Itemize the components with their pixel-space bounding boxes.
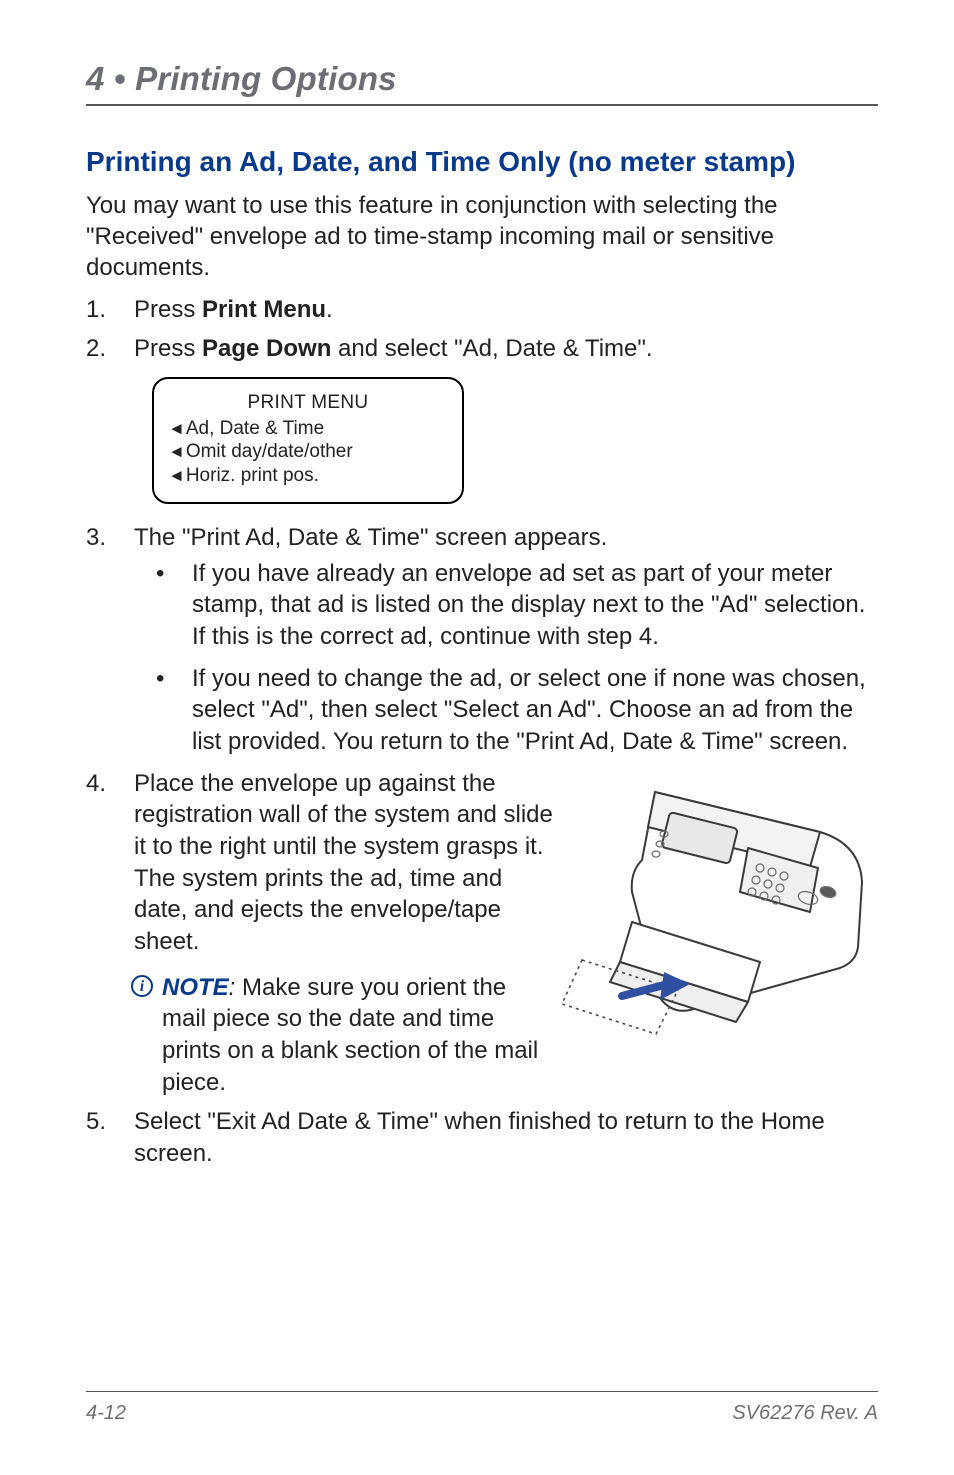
footer-revision: SV62276 Rev. A	[732, 1402, 878, 1425]
step-5-text: Select "Exit Ad Date & Time" when finish…	[134, 1108, 825, 1167]
chapter-header: 4 • Printing Options	[86, 60, 878, 106]
step-3-bullet-1: If you have already an envelope ad set a…	[134, 558, 878, 653]
step-3-bullet-2: If you need to change the ad, or select …	[134, 663, 878, 758]
info-icon: i	[130, 974, 154, 1007]
step-3-text: The "Print Ad, Date & Time" screen appea…	[134, 524, 607, 551]
note-label: NOTE	[162, 974, 229, 1001]
step-1: Press Print Menu.	[86, 294, 878, 326]
footer-page-number: 4-12	[86, 1402, 126, 1425]
step-4: Place the envelope up against the regist…	[86, 768, 878, 1099]
screen-item-omit: Omit day/date/other	[168, 440, 448, 464]
screen-item-horiz: Horiz. print pos.	[168, 464, 448, 488]
chapter-number: 4	[86, 60, 105, 97]
step-1-bold: Print Menu	[202, 296, 326, 323]
note: i NOTE: Make sure you orient the mail pi…	[134, 972, 554, 1099]
step-4-text: Place the envelope up against the regist…	[134, 770, 553, 955]
step-5: Select "Exit Ad Date & Time" when finish…	[86, 1106, 878, 1169]
print-menu-screen: PRINT MENU Ad, Date & Time Omit day/date…	[152, 377, 464, 504]
chapter-title: Printing Options	[135, 60, 397, 97]
postage-meter-illustration	[560, 772, 878, 1052]
step-1-post: .	[326, 296, 333, 323]
page-footer: 4-12 SV62276 Rev. A	[86, 1391, 878, 1425]
intro-paragraph: You may want to use this feature in conj…	[86, 190, 878, 284]
steps-list: Press Print Menu. Press Page Down and se…	[86, 294, 878, 1170]
step-2-bold: Page Down	[202, 335, 331, 362]
step-1-pre: Press	[134, 296, 202, 323]
step-2: Press Page Down and select "Ad, Date & T…	[86, 333, 878, 504]
screen-title: PRINT MENU	[168, 391, 448, 415]
step-2-pre: Press	[134, 335, 202, 362]
chapter-bullet: •	[105, 60, 136, 97]
step-3: The "Print Ad, Date & Time" screen appea…	[86, 522, 878, 758]
step-2-post: and select "Ad, Date & Time".	[331, 335, 652, 362]
section-title: Printing an Ad, Date, and Time Only (no …	[86, 146, 878, 178]
svg-text:i: i	[140, 978, 145, 995]
step-3-bullets: If you have already an envelope ad set a…	[134, 558, 878, 758]
screen-item-ad-date-time: Ad, Date & Time	[168, 417, 448, 441]
